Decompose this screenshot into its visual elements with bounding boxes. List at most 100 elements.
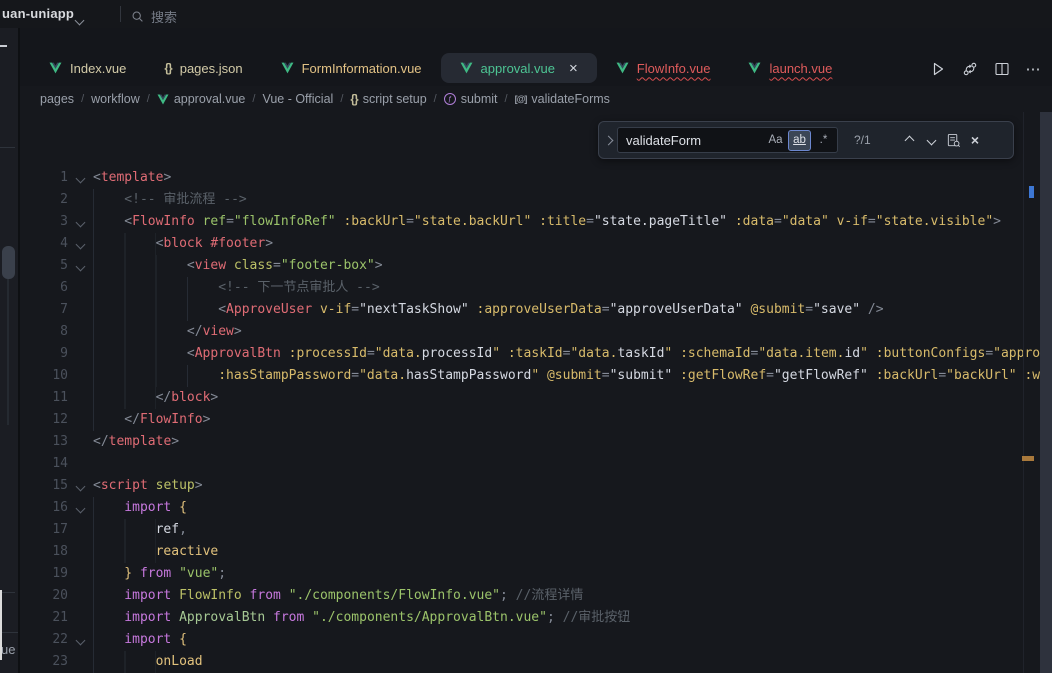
run-button[interactable] <box>929 60 946 77</box>
code-line-4[interactable]: 4<block #footer> <box>20 233 1040 255</box>
code-line-7[interactable]: 7<ApproveUser v-if="nextTaskShow" :appro… <box>20 299 1040 321</box>
fold-spacer <box>68 277 93 299</box>
sidebar-partial-filename[interactable]: ue <box>1 642 15 657</box>
chevron-down-icon[interactable] <box>76 11 83 29</box>
fold-chevron-icon[interactable] <box>68 233 93 255</box>
line-number: 23 <box>20 651 68 673</box>
find-in-selection-button[interactable] <box>942 129 964 151</box>
breadcrumb-item-validateforms[interactable]: [@] validateForms <box>515 92 610 106</box>
line-number: 22 <box>20 629 68 651</box>
code-line-18[interactable]: 18reactive <box>20 541 1040 563</box>
code-line-8[interactable]: 8</view> <box>20 321 1040 343</box>
fold-spacer <box>68 519 93 541</box>
match-case-toggle[interactable]: Aa <box>765 131 786 150</box>
tab-pages.json[interactable]: {}pages.json <box>145 53 261 83</box>
fold-chevron-icon[interactable] <box>68 167 93 189</box>
breadcrumb-item-vue---official[interactable]: Vue - Official <box>262 92 333 106</box>
code-line-10[interactable]: 10:hasStampPassword="data.hasStampPasswo… <box>20 365 1040 387</box>
fold-chevron-icon[interactable] <box>68 255 93 277</box>
breadcrumb-item-script-setup[interactable]: {}script setup <box>350 92 426 106</box>
find-input[interactable] <box>626 133 763 148</box>
code-line-1[interactable]: 1<template> <box>20 167 1040 189</box>
code-text: <!-- 下一节点审批人 --> <box>93 277 380 299</box>
titlebar-divider <box>120 6 121 22</box>
code-line-22[interactable]: 22import { <box>20 629 1040 651</box>
search-icon <box>131 10 144 23</box>
tab-FlowInfo.vue[interactable]: FlowInfo.vue <box>597 53 730 83</box>
regex-toggle[interactable]: .* <box>813 131 834 150</box>
code-text: <FlowInfo ref="flowInfoRef" :backUrl="st… <box>93 211 1001 233</box>
next-match-button[interactable] <box>920 129 942 151</box>
line-number: 19 <box>20 563 68 585</box>
more-actions-button[interactable]: ⋯ <box>1025 60 1042 77</box>
breadcrumb-item-submit[interactable]: ƒsubmit <box>444 92 498 106</box>
previous-match-button[interactable] <box>898 129 920 151</box>
code-line-15[interactable]: 15<script setup> <box>20 475 1040 497</box>
code-text: onLoad <box>93 651 203 673</box>
line-number: 7 <box>20 299 68 321</box>
code-line-5[interactable]: 5<view class="footer-box"> <box>20 255 1040 277</box>
sidebar-scrollbar-thumb[interactable] <box>2 246 15 279</box>
command-center-search[interactable]: 搜索 <box>131 7 177 26</box>
split-editor-button[interactable] <box>993 60 1010 77</box>
code-line-3[interactable]: 3<FlowInfo ref="flowInfoRef" :backUrl="s… <box>20 211 1040 233</box>
breadcrumb-separator: / <box>434 93 437 105</box>
breadcrumb-item-workflow[interactable]: workflow <box>91 92 140 106</box>
code-line-17[interactable]: 17ref, <box>20 519 1040 541</box>
indent-guide <box>93 299 218 321</box>
code-line-14[interactable]: 14 <box>20 453 1040 475</box>
line-number: 5 <box>20 255 68 277</box>
code-line-6[interactable]: 6<!-- 下一节点审批人 --> <box>20 277 1040 299</box>
line-number: 2 <box>20 189 68 211</box>
fold-spacer <box>68 563 93 585</box>
tab-approval.vue[interactable]: approval.vue× <box>441 53 597 83</box>
open-changes-button[interactable] <box>961 60 978 77</box>
indent-guide <box>93 541 156 563</box>
close-icon[interactable]: × <box>964 129 986 151</box>
tab-FormInformation.vue[interactable]: FormInformation.vue <box>262 53 441 83</box>
fold-chevron-icon[interactable] <box>68 629 93 651</box>
code-line-9[interactable]: 9<ApprovalBtn :processId="data.processId… <box>20 343 1040 365</box>
breadcrumb-label: workflow <box>91 92 140 106</box>
tab-list: Index.vue{}pages.jsonFormInformation.vue… <box>30 53 851 83</box>
breadcrumb-item-approval.vue[interactable]: approval.vue <box>157 92 246 106</box>
right-edge-strip[interactable] <box>1040 112 1052 673</box>
fold-chevron-icon[interactable] <box>68 497 93 519</box>
code-line-20[interactable]: 20import FlowInfo from "./components/Flo… <box>20 585 1040 607</box>
close-icon[interactable]: × <box>569 61 578 76</box>
fold-chevron-icon[interactable] <box>68 211 93 233</box>
workspace-name[interactable]: uan-uniapp <box>2 6 74 21</box>
tab-Index.vue[interactable]: Index.vue <box>30 53 145 83</box>
code-line-23[interactable]: 23 onLoad <box>20 651 1040 673</box>
find-input-box: Aa ab .* <box>617 127 838 153</box>
code-line-19[interactable]: 19} from "vue"; <box>20 563 1040 585</box>
whole-word-toggle[interactable]: ab <box>788 130 811 151</box>
code-line-12[interactable]: 12</FlowInfo> <box>20 409 1040 431</box>
sidebar-sliver: ue <box>0 28 18 673</box>
code-line-21[interactable]: 21import ApprovalBtn from "./components/… <box>20 607 1040 629</box>
breadcrumb-separator: / <box>340 93 343 105</box>
code-text: </FlowInfo> <box>93 409 210 431</box>
indent-guide <box>93 409 124 431</box>
code-line-13[interactable]: 13</template> <box>20 431 1040 453</box>
find-results-count: ?/1 <box>854 133 884 147</box>
indent-guide <box>93 233 156 255</box>
code-line-11[interactable]: 11 </block> <box>20 387 1040 409</box>
tab-launch.vue[interactable]: launch.vue <box>729 53 851 83</box>
code-text: </block> <box>93 387 218 409</box>
line-number: 9 <box>20 343 68 365</box>
breadcrumb-item-pages[interactable]: pages <box>40 92 74 106</box>
breadcrumb-label: script setup <box>363 92 427 106</box>
code-line-2[interactable]: 2<!-- 审批流程 --> <box>20 189 1040 211</box>
search-placeholder: 搜索 <box>151 7 177 26</box>
code-lines[interactable]: 1<template>2<!-- 审批流程 -->3<FlowInfo ref=… <box>20 167 1040 673</box>
line-number: 11 <box>20 387 68 409</box>
code-text: <script setup> <box>93 475 203 497</box>
toggle-replace-icon[interactable] <box>599 137 617 144</box>
fold-chevron-icon[interactable] <box>68 475 93 497</box>
indent-guide <box>93 321 187 343</box>
breadcrumb-label: validateForms <box>531 92 610 106</box>
breadcrumb-separator: / <box>147 93 150 105</box>
code-line-16[interactable]: 16import { <box>20 497 1040 519</box>
symbol-field-icon: [@] <box>515 94 527 104</box>
